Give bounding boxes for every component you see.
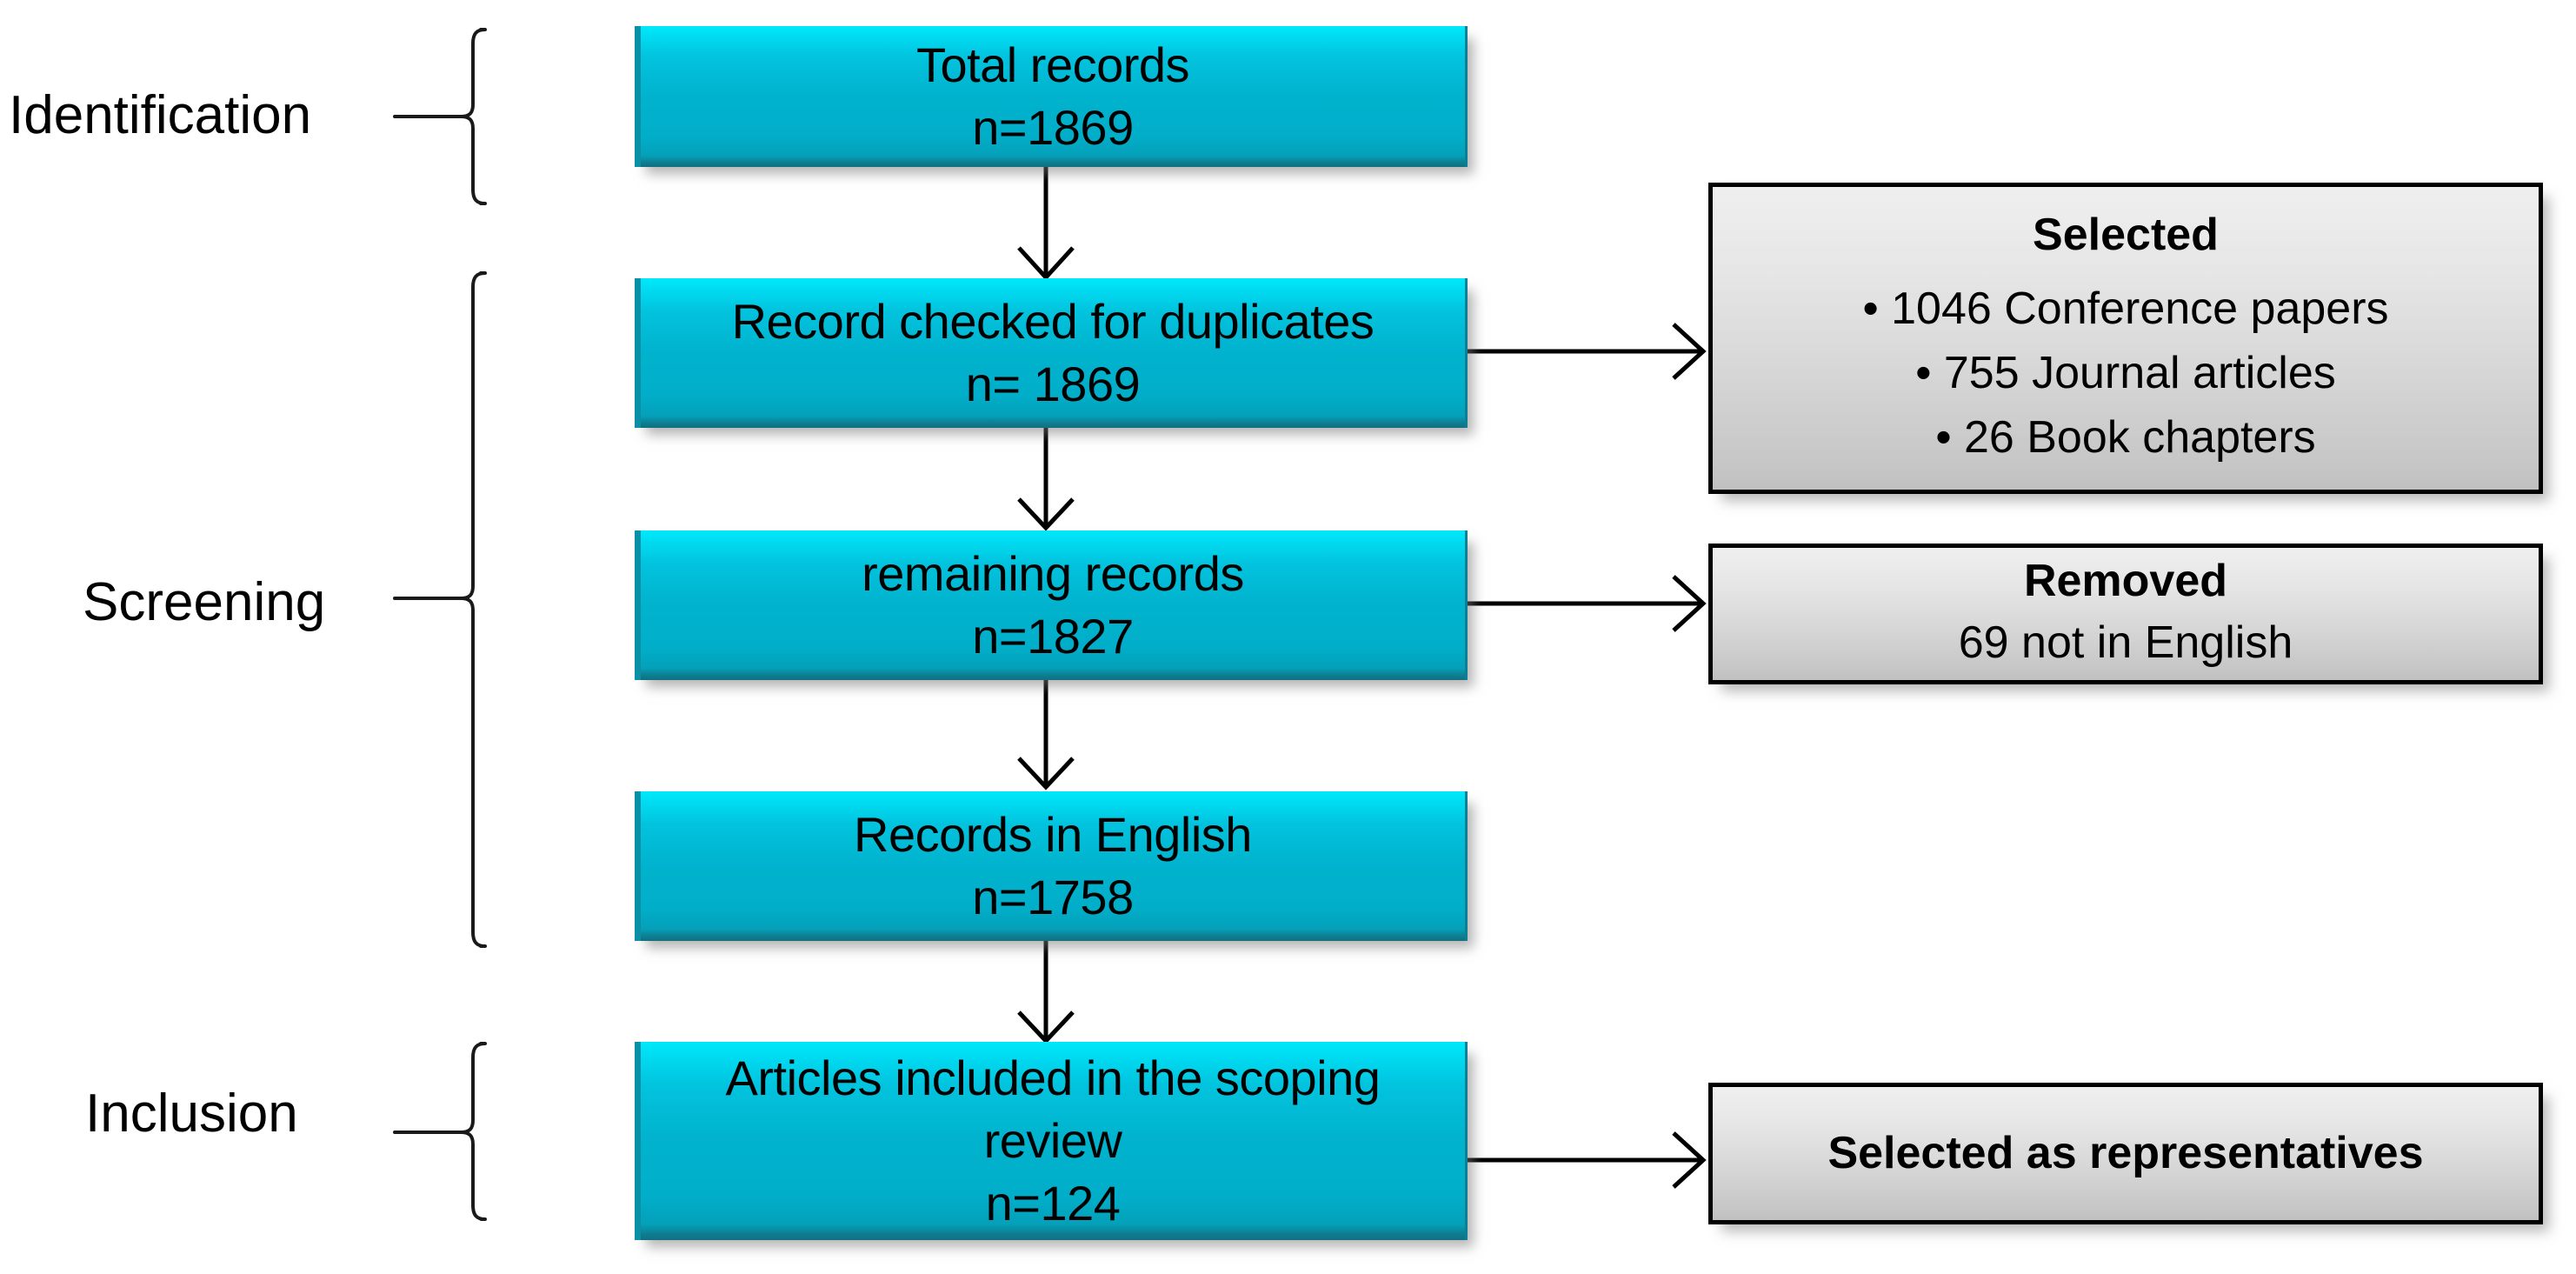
side-box-representatives-title: Selected as representatives xyxy=(1827,1127,2424,1178)
side-box-selected-as-representatives[interactable]: Selected as representatives xyxy=(1708,1083,2543,1224)
side-box-removed-title: Removed xyxy=(2023,556,2228,607)
flow-box-total-records-line-2: n=1869 xyxy=(972,100,1134,155)
connector-included-to-representatives xyxy=(1462,1131,1707,1189)
flow-box-english-line-2: n=1758 xyxy=(972,870,1134,924)
flow-box-duplicates-line-2: n= 1869 xyxy=(965,357,1141,411)
flow-box-remaining-records[interactable]: remaining records n=1827 xyxy=(635,530,1468,680)
side-box-selected-item-3: • 26 Book chapters xyxy=(1935,411,2316,463)
side-box-removed-item-1: 69 not in English xyxy=(1958,617,2293,668)
connector-duplicates-to-selected xyxy=(1462,323,1707,380)
side-box-removed[interactable]: Removed 69 not in English xyxy=(1708,544,2543,684)
side-box-selected-title: Selected xyxy=(2033,210,2219,261)
side-box-selected-item-2: • 755 Journal articles xyxy=(1915,347,2336,398)
flow-box-total-records-line-1: Total records xyxy=(915,37,1190,93)
stage-label-screening: Screening xyxy=(83,572,326,632)
side-box-selected[interactable]: Selected • 1046 Conference papers • 755 … xyxy=(1708,183,2543,494)
brace-inclusion xyxy=(393,1042,487,1221)
connector-total-to-duplicates xyxy=(1017,165,1075,281)
flow-box-remaining-line-2: n=1827 xyxy=(972,609,1134,664)
connector-remaining-to-removed xyxy=(1462,575,1707,632)
connector-english-to-included xyxy=(1017,939,1075,1044)
flow-box-remaining-line-1: remaining records xyxy=(862,546,1244,602)
stage-label-identification: Identification xyxy=(9,85,312,145)
flow-box-records-checked-duplicates[interactable]: Record checked for duplicates n= 1869 xyxy=(635,278,1468,428)
flow-box-english-line-1: Records in English xyxy=(854,807,1252,863)
side-box-selected-item-1: • 1046 Conference papers xyxy=(1862,283,2389,335)
flow-box-duplicates-line-1: Record checked for duplicates xyxy=(731,294,1375,350)
brace-screening xyxy=(393,271,487,948)
flow-box-total-records[interactable]: Total records n=1869 xyxy=(635,26,1468,167)
prisma-flow-diagram: Identification Screening Inclusion Total… xyxy=(0,0,2576,1274)
stage-label-inclusion: Inclusion xyxy=(85,1084,298,1144)
connector-remaining-to-english xyxy=(1017,678,1075,790)
flow-box-included-line-1: Articles included in the scoping review xyxy=(725,1051,1381,1169)
connector-duplicates-to-remaining xyxy=(1017,426,1075,531)
flow-box-records-in-english[interactable]: Records in English n=1758 xyxy=(635,791,1468,941)
flow-box-articles-included[interactable]: Articles included in the scoping review … xyxy=(635,1042,1468,1240)
flow-box-included-line-2: n=124 xyxy=(985,1175,1121,1231)
brace-identification xyxy=(393,28,487,205)
